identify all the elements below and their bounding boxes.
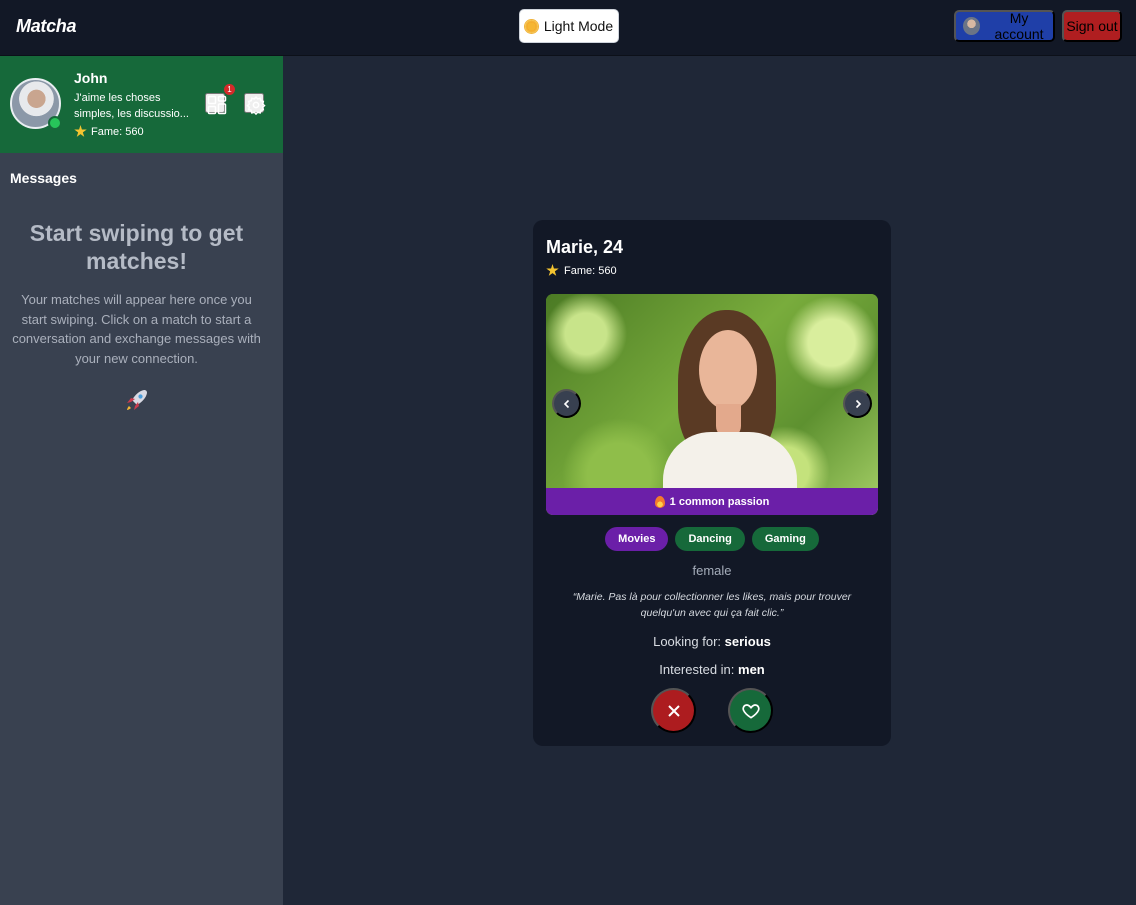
empty-state-description: Your matches will appear here once you s… [12,292,261,366]
messages-title: Messages [10,170,77,186]
user-name: John [74,70,108,86]
looking-for-value: serious [724,634,771,649]
interest-tag: Gaming [751,527,819,551]
dislike-button[interactable] [651,688,696,733]
close-icon [667,704,680,717]
interest-tags: Movies Dancing Gaming [533,527,891,551]
profile-photo-shirt [663,432,797,492]
profile-gender: female [692,563,732,578]
user-fame-label: Fame: 560 [91,125,144,138]
my-account-label: My account [994,10,1044,42]
profile-card: Marie, 24 Fame: 560 1 common passion Mov… [533,220,891,746]
profile-photo-carousel[interactable]: 1 common passion [546,294,878,515]
profile-photo-face [699,330,757,410]
flame-icon [654,495,665,508]
common-passion-label: 1 common passion [669,495,770,508]
interested-in-label: Interested in: [659,662,735,677]
current-user-panel: John J'aime les choses simples, les disc… [0,56,283,153]
dashboard-icon [207,95,227,115]
star-icon [546,264,559,276]
gear-icon [246,95,266,116]
online-status-indicator [48,116,62,130]
interest-tag: Movies [605,527,669,551]
profile-bio-quote: “Marie. Pas là pour collectionner les li… [572,591,852,619]
previous-photo-button[interactable] [552,389,581,418]
sign-out-button[interactable]: Sign out [1062,10,1122,42]
app-logo[interactable]: Matcha [16,16,77,37]
top-navigation-bar: Matcha Light Mode My account Sign out [0,0,1136,56]
theme-toggle-button[interactable]: Light Mode [519,9,619,43]
heart-icon [741,703,760,719]
account-avatar-icon [963,17,981,35]
star-icon [74,125,87,137]
profile-name-age: Marie, 24 [546,237,624,257]
like-button[interactable] [728,688,773,733]
theme-toggle-label: Light Mode [543,18,614,34]
my-account-button[interactable]: My account [954,10,1055,42]
interested-in: Interested in: men [533,662,891,677]
sun-icon [524,19,538,33]
settings-button[interactable] [244,93,266,116]
profile-fame: Fame: 560 [546,264,617,277]
dashboard-button[interactable] [205,93,227,115]
user-fame: Fame: 560 [74,125,144,138]
looking-for: Looking for: serious [533,634,891,649]
user-bio: J'aime les choses simples, les discussio… [74,92,189,120]
next-photo-button[interactable] [843,389,872,418]
profile-fame-label: Fame: 560 [564,264,617,277]
notification-count-badge: 1 [224,84,235,95]
rocket-icon [127,390,147,410]
interest-tag: Dancing [675,527,745,551]
chevron-right-icon [855,399,861,408]
empty-state-title: Start swiping to get matches! [29,220,244,274]
chevron-left-icon [563,399,569,408]
looking-for-label: Looking for: [653,634,722,649]
sidebar: John J'aime les choses simples, les disc… [0,56,283,905]
common-passion-banner: 1 common passion [546,488,878,515]
interested-in-value: men [738,662,765,677]
